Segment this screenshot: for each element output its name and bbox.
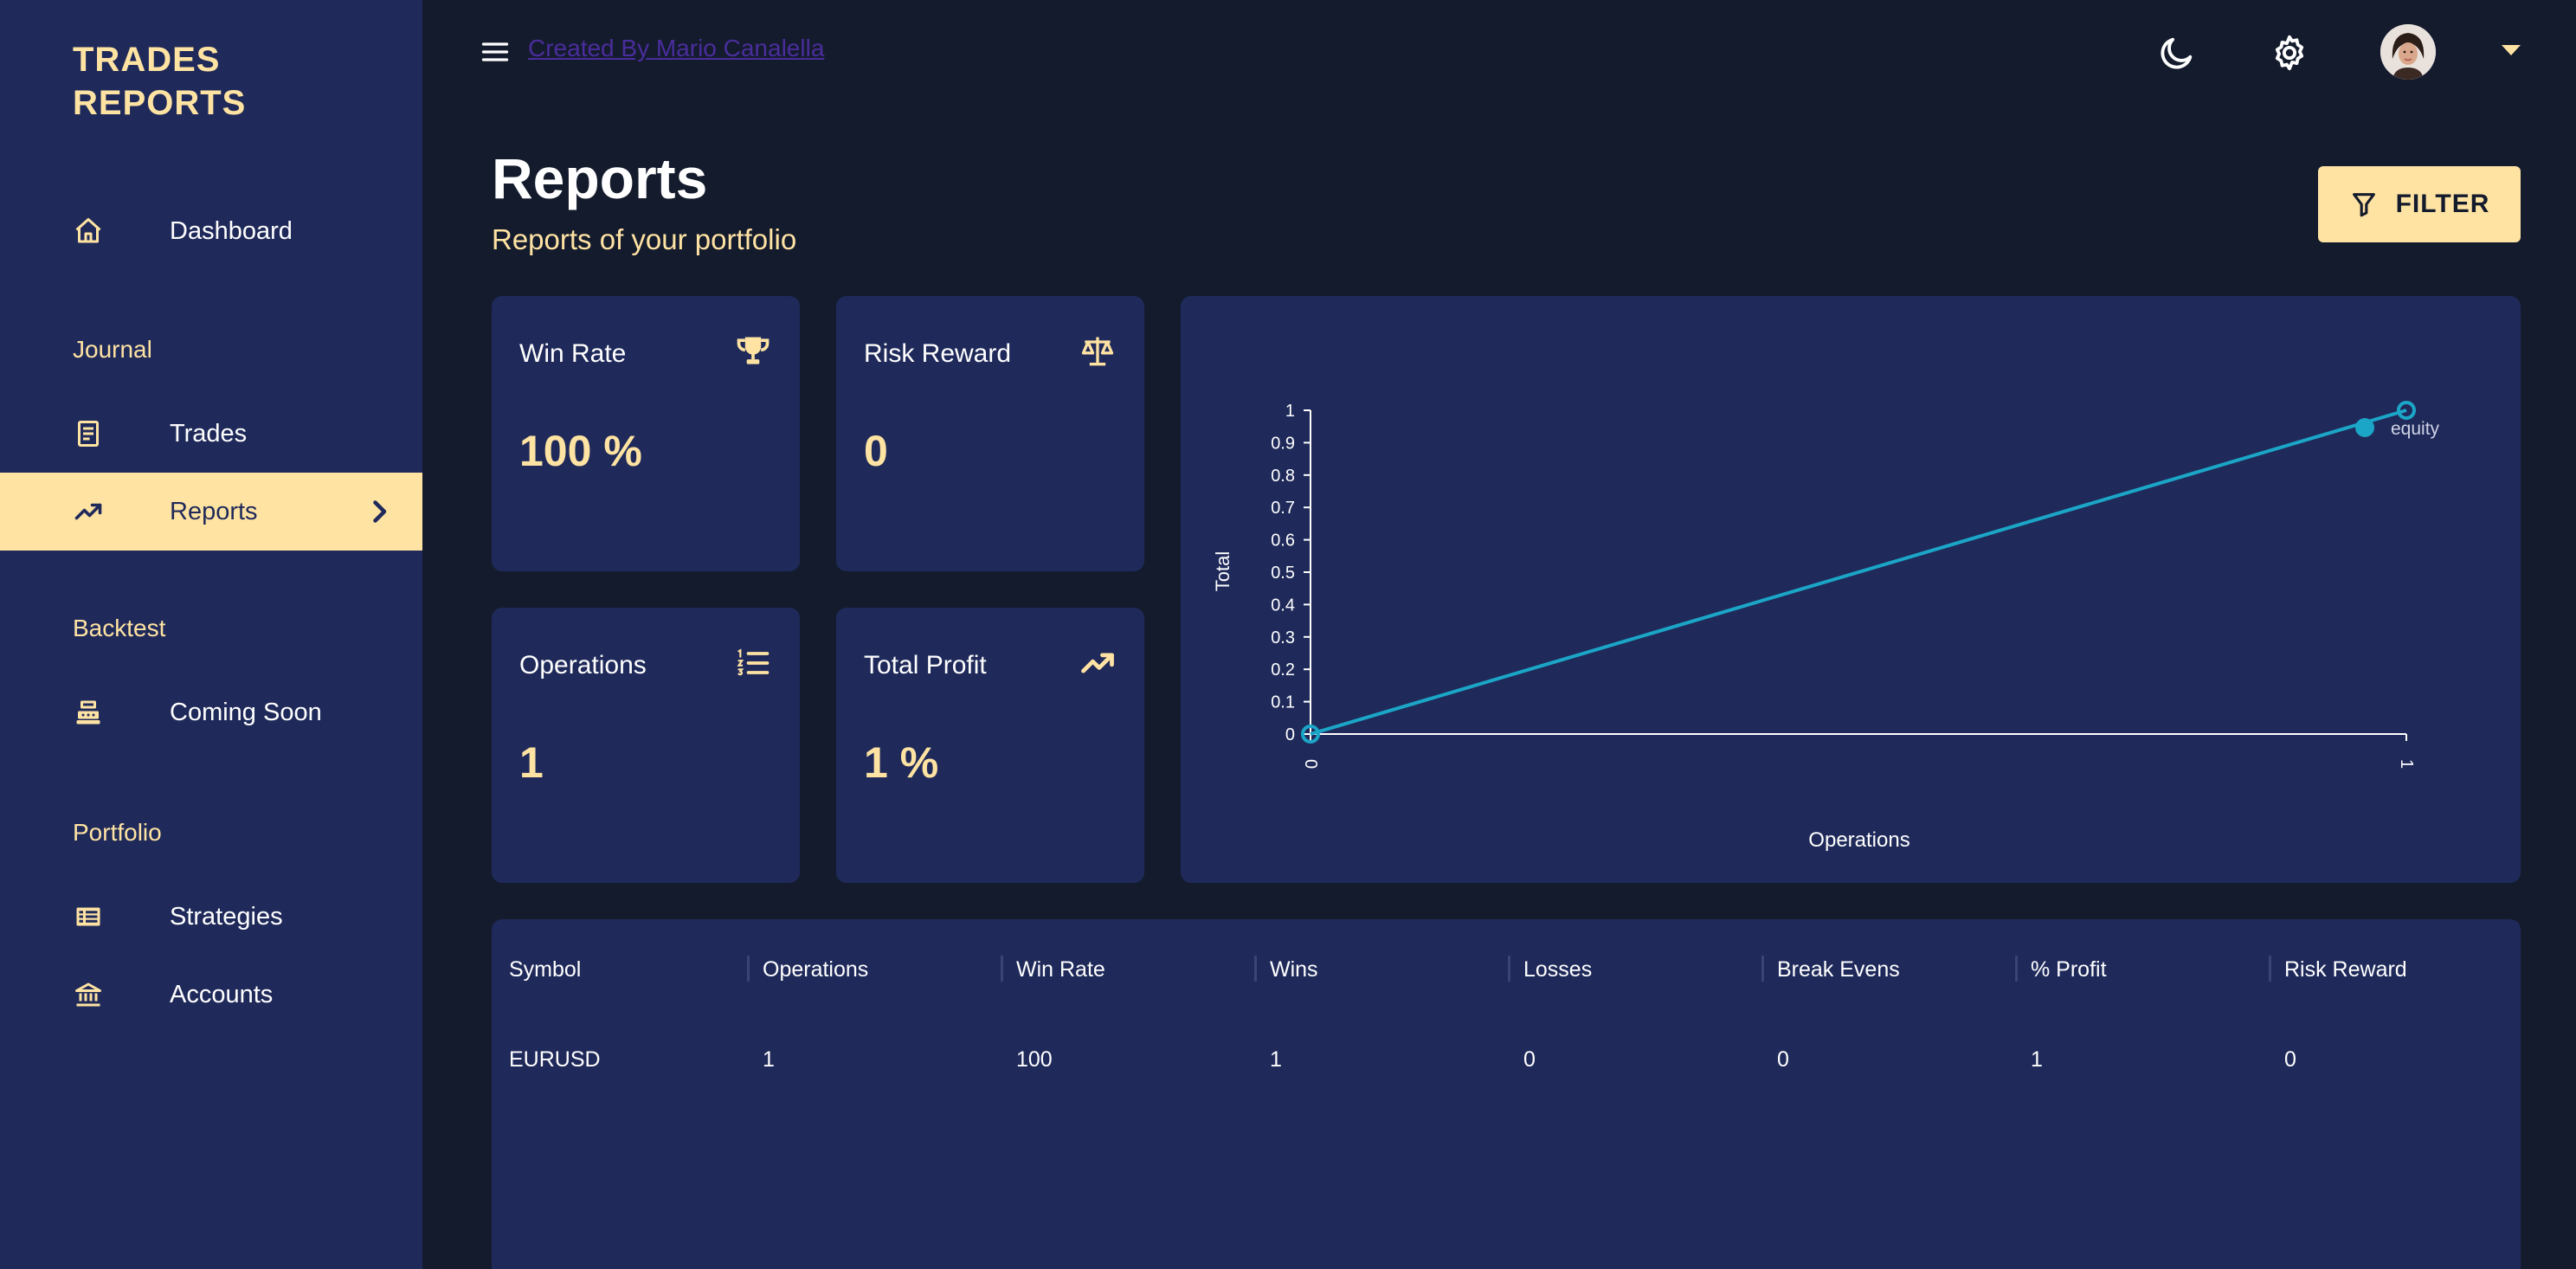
y-tick-label: 0.4 — [1271, 596, 1295, 615]
y-tick-label: 0.2 — [1271, 660, 1295, 680]
column-separator[interactable] — [1001, 956, 1003, 982]
trending-up-icon — [73, 496, 104, 527]
column-header[interactable]: % Profit — [2031, 954, 2107, 985]
stat-value: 1 — [519, 738, 544, 787]
column-header[interactable]: Break Evens — [1777, 954, 1900, 985]
user-avatar[interactable] — [2380, 24, 2436, 80]
y-tick-label: 0.6 — [1271, 531, 1295, 551]
column-header[interactable]: Win Rate — [1016, 954, 1105, 985]
sidebar-item-strategies[interactable]: Strategies — [0, 878, 422, 956]
sidebar-item-reports[interactable]: Reports — [0, 473, 422, 551]
x-tick-label: 1 — [2397, 759, 2416, 769]
table-cell[interactable]: 0 — [2284, 1047, 2296, 1073]
column-separator[interactable] — [2269, 956, 2271, 982]
brand-logo-text: TRADES REPORTS — [73, 41, 247, 122]
table-cell[interactable]: 1 — [1270, 1047, 1282, 1073]
stat-label: Win Rate — [519, 339, 627, 368]
stat-card-risk-reward: Risk Reward 0 — [836, 296, 1144, 571]
cash-register-icon — [73, 697, 104, 728]
section-title-backtest: Backtest — [73, 615, 166, 641]
bank-icon — [73, 979, 104, 1010]
reports-table: Symbol Operations Win Rate Wins Losses Break … — [492, 919, 2521, 1269]
numbered-list-icon — [734, 644, 772, 682]
trending-up-icon — [1079, 644, 1117, 682]
column-header[interactable]: Losses — [1523, 954, 1592, 985]
stat-value: 0 — [864, 427, 888, 475]
sidebar-item-label: Dashboard — [170, 217, 293, 245]
sidebar-item-accounts[interactable]: Accounts — [0, 956, 422, 1034]
column-separator[interactable] — [1508, 956, 1510, 982]
sidebar-item-label: Reports — [170, 498, 258, 525]
home-icon — [73, 216, 104, 247]
y-tick-label: 0.9 — [1271, 434, 1295, 453]
y-tick-label: 0 — [1285, 725, 1295, 744]
account-dropdown-caret-icon[interactable] — [2502, 45, 2521, 55]
chart-series: equity — [1301, 401, 2440, 744]
sidebar-item-coming-soon[interactable]: Coming Soon — [0, 673, 422, 751]
credit-link[interactable]: Created By Mario Canalella — [528, 35, 824, 62]
chart-x-axis-label: Operations — [1808, 828, 1909, 852]
table-cell[interactable]: 0 — [1777, 1047, 1789, 1073]
legend-marker-equity — [2355, 418, 2374, 437]
stat-card-win-rate: Win Rate 100 % — [492, 296, 800, 571]
y-tick-label: 0.3 — [1271, 628, 1295, 647]
list-table-icon — [73, 901, 104, 932]
y-tick-label: 0.7 — [1271, 499, 1295, 518]
column-header[interactable]: Operations — [763, 954, 868, 985]
stat-label: Operations — [519, 651, 647, 680]
filter-icon — [2352, 193, 2375, 217]
menu-toggle-icon[interactable] — [478, 36, 512, 68]
gear-icon[interactable] — [2270, 33, 2309, 73]
stat-label: Risk Reward — [864, 339, 1012, 368]
table-cell[interactable]: 0 — [1523, 1047, 1536, 1073]
column-separator[interactable] — [747, 956, 750, 982]
page-subtitle: Reports of your portfolio — [492, 223, 797, 255]
column-header[interactable]: Symbol — [509, 954, 581, 985]
equity-chart: 0 0.1 0.2 0.3 0.4 0.5 0.6 0.7 0.8 0.9 1 0 1 equity T… — [1212, 401, 2440, 852]
chart-y-axis-label: Total — [1212, 551, 1233, 591]
filter-button-label: FILTER — [2395, 190, 2490, 218]
sidebar-item-label: Coming Soon — [170, 699, 322, 726]
stat-card-operations: Operations 1 — [492, 608, 800, 883]
stat-card-total-profit: Total Profit 1 % — [836, 608, 1144, 883]
chevron-right-icon — [364, 496, 395, 527]
sidebar-item-label: Strategies — [170, 903, 283, 931]
table-cell[interactable]: 1 — [2031, 1047, 2043, 1073]
sidebar-item-trades[interactable]: Trades — [0, 395, 422, 473]
column-header[interactable]: Risk Reward — [2284, 954, 2407, 985]
table-cell[interactable]: 1 — [763, 1047, 775, 1073]
sidebar-item-dashboard[interactable]: Dashboard — [0, 192, 422, 270]
series-line-equity — [1310, 409, 2407, 736]
page-title: Reports — [492, 146, 708, 210]
receipt-icon — [73, 418, 104, 449]
legend-label-equity: equity — [2391, 419, 2440, 439]
sidebar-item-label: Accounts — [170, 981, 274, 1008]
y-tick-label: 1 — [1285, 402, 1295, 421]
stat-label: Total Profit — [864, 651, 987, 680]
section-title-portfolio: Portfolio — [73, 819, 162, 846]
y-tick-label: 0.8 — [1271, 467, 1295, 486]
sidebar-item-label: Trades — [170, 420, 248, 448]
filter-button[interactable]: FILTER — [2318, 166, 2521, 242]
table-cell[interactable]: EURUSD — [509, 1047, 601, 1073]
scale-balance-icon — [1079, 332, 1117, 370]
column-separator[interactable] — [1254, 956, 1257, 982]
y-tick-label: 0.1 — [1271, 693, 1295, 712]
table-cell[interactable]: 100 — [1016, 1047, 1053, 1073]
trophy-icon — [734, 332, 772, 370]
sidebar: TRADES REPORTS Dashboard Journal Trades … — [0, 0, 422, 1269]
equity-chart-card: 0 0.1 0.2 0.3 0.4 0.5 0.6 0.7 0.8 0.9 1 0 1 equity T… — [1181, 296, 2521, 883]
x-tick-label: 0 — [1301, 759, 1320, 769]
y-tick-label: 0.5 — [1271, 564, 1295, 583]
dark-mode-moon-icon[interactable] — [2157, 33, 2197, 73]
stat-value: 1 % — [864, 738, 939, 787]
section-title-journal: Journal — [73, 336, 152, 363]
stat-value: 100 % — [519, 427, 642, 475]
column-separator[interactable] — [1761, 956, 1764, 982]
column-separator[interactable] — [2015, 956, 2018, 982]
column-header[interactable]: Wins — [1270, 954, 1318, 985]
